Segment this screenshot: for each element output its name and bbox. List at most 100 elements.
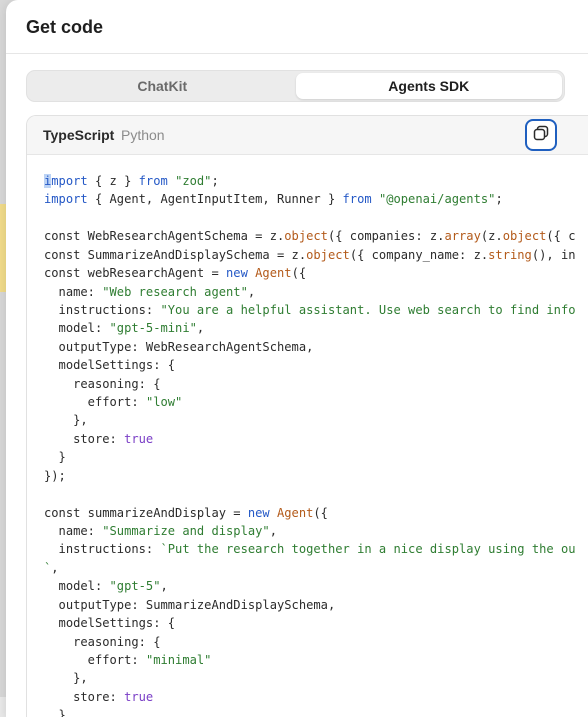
code-token: object	[284, 229, 328, 244]
text-caret: i	[44, 174, 52, 188]
code-token: });	[44, 468, 66, 483]
code-token: }	[44, 450, 66, 465]
code-token: instructions:	[44, 302, 161, 317]
code-token: name:	[44, 524, 103, 539]
code-token: { z }	[87, 174, 139, 188]
code-line: modelSettings: {	[44, 614, 588, 632]
code-token: const webResearchAgent =	[44, 266, 227, 281]
tab-agents-sdk[interactable]: Agents SDK	[295, 73, 562, 99]
code-token: outputType: SummarizeAndDisplaySchema,	[44, 597, 336, 612]
copy-icon	[532, 124, 550, 147]
code-token: "@openai/agents"	[378, 192, 496, 207]
code-line: const webResearchAgent = new Agent({	[44, 264, 588, 282]
code-token: string	[488, 247, 532, 262]
code-token: modelSettings: {	[44, 616, 176, 631]
code-token: `Put the research together in a nice dis…	[160, 542, 576, 557]
code-token: effort:	[44, 395, 146, 410]
code-line: name: "Web research agent",	[44, 283, 588, 301]
dialog-header: Get code	[6, 0, 588, 54]
code-line: name: "Summarize and display",	[44, 522, 588, 540]
code-token: Agent	[277, 505, 314, 520]
code-token: true	[124, 689, 154, 704]
code-token: "low"	[145, 395, 183, 410]
code-token: "You are a helpful assistant. Use web se…	[160, 302, 576, 317]
code-line: import { z } from "zod";	[44, 172, 588, 190]
code-token: "gpt-5"	[109, 579, 161, 594]
code-token: object	[306, 247, 350, 262]
code-token: instructions:	[44, 542, 161, 557]
code-line: outputType: WebResearchAgentSchema,	[44, 338, 588, 356]
code-token: model:	[44, 321, 110, 336]
code-token: }	[44, 708, 66, 717]
code-token: "Web research agent"	[102, 284, 248, 299]
dialog-title: Get code	[26, 17, 104, 37]
code-token: ,	[51, 560, 59, 575]
code-token: ({	[313, 505, 328, 520]
code-token: const WebResearchAgentSchema = z.	[44, 229, 285, 244]
code-token: "minimal"	[145, 652, 212, 667]
code-type-tabs: ChatKit Agents SDK	[26, 70, 565, 102]
code-line: effort: "minimal"	[44, 651, 588, 669]
code-line: reasoning: {	[44, 633, 588, 651]
code-token: reasoning: {	[44, 376, 161, 391]
code-token: store:	[44, 431, 125, 446]
code-line: store: true	[44, 430, 588, 448]
code-token: const summarizeAndDisplay =	[44, 505, 248, 520]
code-line: }	[44, 448, 588, 466]
code-token: modelSettings: {	[44, 358, 176, 373]
code-token: Agent	[255, 266, 292, 281]
code-token: from	[342, 192, 372, 207]
code-token: store:	[44, 689, 125, 704]
code-line: }	[44, 706, 588, 717]
code-line: instructions: `Put the research together…	[44, 540, 588, 558]
get-code-dialog: Get code ChatKit Agents SDK TypeScript P…	[6, 0, 588, 717]
code-token: const SummarizeAndDisplaySchema = z.	[44, 247, 307, 262]
code-token: ;	[495, 192, 503, 207]
code-token: true	[124, 431, 154, 446]
code-line: const WebResearchAgentSchema = z.object(…	[44, 227, 588, 245]
code-token: import	[44, 174, 88, 188]
tab-typescript[interactable]: TypeScript	[43, 127, 114, 143]
code-line: reasoning: {	[44, 375, 588, 393]
code-token: ({ company_name: z.	[349, 247, 489, 262]
code-line: model: "gpt-5-mini",	[44, 319, 588, 337]
tab-python[interactable]: Python	[121, 127, 165, 143]
code-line: },	[44, 411, 588, 429]
code-line: store: true	[44, 688, 588, 706]
code-token: name:	[44, 284, 103, 299]
code-token: ,	[160, 579, 168, 594]
tab-chatkit[interactable]: ChatKit	[29, 73, 296, 99]
code-token: reasoning: {	[44, 634, 161, 649]
code-token: (), in	[531, 247, 576, 262]
code-token: },	[44, 413, 88, 428]
code-token: ,	[247, 284, 256, 299]
code-token: ({ c	[546, 229, 576, 244]
code-line: outputType: SummarizeAndDisplaySchema,	[44, 596, 588, 614]
code-token: model:	[44, 579, 110, 594]
code-token: new	[247, 505, 270, 520]
code-token: "gpt-5-mini"	[109, 321, 197, 336]
code-line: },	[44, 669, 588, 687]
code-token: ,	[269, 524, 277, 539]
code-line: model: "gpt-5",	[44, 577, 588, 595]
code-line: instructions: "You are a helpful assista…	[44, 301, 588, 319]
code-line: modelSettings: {	[44, 356, 588, 374]
code-line: import { Agent, AgentInputItem, Runner }…	[44, 190, 588, 208]
code-token: object	[502, 229, 547, 244]
code-token: "Summarize and display"	[102, 524, 270, 539]
copy-button[interactable]	[525, 119, 557, 151]
code-token: array	[444, 229, 481, 244]
code-line: });	[44, 467, 588, 485]
code-line: const SummarizeAndDisplaySchema = z.obje…	[44, 246, 588, 264]
code-block[interactable]: import { z } from "zod"; import { Agent, …	[44, 172, 588, 717]
code-token: ({ companies: z.	[327, 229, 445, 244]
code-token: { Agent, AgentInputItem, Runner }	[87, 192, 343, 207]
code-line: effort: "low"	[44, 393, 588, 411]
code-line: `,	[44, 559, 588, 577]
code-token: ,	[196, 321, 205, 336]
code-panel-header: TypeScript Python	[27, 116, 588, 155]
